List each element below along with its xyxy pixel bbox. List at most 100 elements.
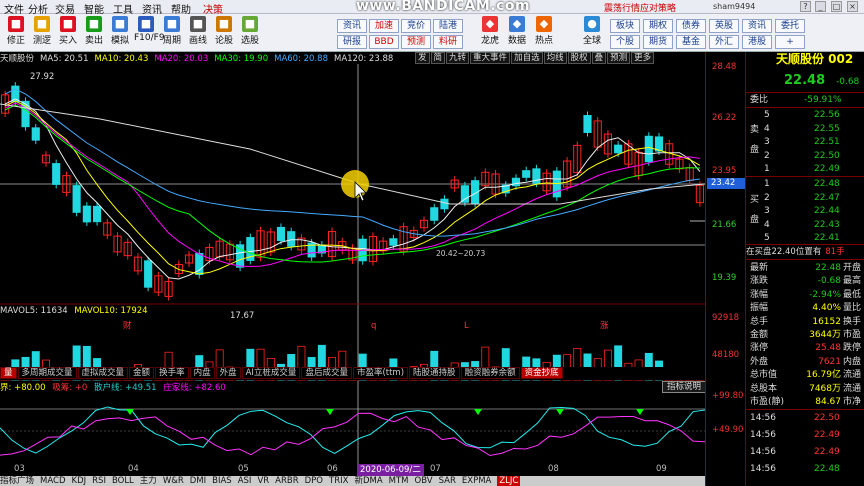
volume-tab[interactable]: 市盈率(ttm) — [352, 367, 409, 379]
toolbar-cycle-button[interactable]: ■ 周期 — [160, 16, 184, 46]
toolbar-filter-button[interactable]: ■ 选股 — [238, 16, 262, 46]
volume-tab[interactable]: AI立桩成交量 — [241, 367, 301, 379]
volume-tab[interactable]: 金额 — [129, 367, 155, 379]
quick-tab[interactable]: 研报 — [337, 35, 367, 49]
indicator-tab[interactable]: ARBR — [275, 476, 298, 486]
quick-tab[interactable]: 陆港 — [433, 19, 463, 33]
market-tab[interactable]: 期权 — [643, 19, 673, 33]
quick-tab[interactable]: 料研 — [433, 35, 463, 49]
volume-tab[interactable]: 融资融券余额 — [460, 367, 520, 379]
indicator-tab[interactable]: EXPMA — [462, 476, 491, 486]
volume-tab[interactable]: 盘后成交量 — [301, 367, 352, 379]
toolbar-f10-button[interactable]: ■ F10/F9 — [134, 16, 165, 43]
stat-row: 总股本 7468万 流通 — [750, 383, 862, 394]
price-change: -0.68 — [836, 77, 860, 87]
market-tab[interactable]: 外汇 — [709, 35, 739, 49]
market-tab[interactable]: 债券 — [676, 19, 706, 33]
indicator-tab[interactable]: MTM — [389, 476, 409, 486]
chart-tool-button[interactable]: 股权 — [567, 52, 591, 64]
market-tab[interactable]: 港股 — [742, 35, 772, 49]
help-icon[interactable]: ? — [800, 1, 811, 12]
volume-tab[interactable]: 量 — [0, 367, 17, 379]
quick-icon-button[interactable]: ◆ 龙虎 — [478, 16, 502, 46]
indicator-tab[interactable]: 主力 — [140, 476, 157, 486]
indicator-tab[interactable]: DMI — [190, 476, 206, 486]
indicator-tab[interactable]: BIAS — [212, 476, 232, 486]
candle-body — [522, 170, 531, 178]
toolbar-label: 卖出 — [84, 36, 103, 46]
toolbar-sell-button[interactable]: ■ 卖出 — [82, 16, 106, 46]
close-icon[interactable]: × — [847, 1, 858, 12]
market-tab[interactable]: 委托 — [775, 19, 805, 33]
indicator-tab[interactable]: VR — [257, 476, 269, 486]
stat-row: 总手 16152 换手 — [750, 316, 862, 327]
chart-tool-button[interactable]: 加自选 — [511, 52, 543, 64]
quick-tab[interactable]: 预测 — [401, 35, 431, 49]
indicator-tab[interactable]: ASI — [238, 476, 252, 486]
quick-tab[interactable]: 加速 — [369, 19, 399, 33]
volume-tab[interactable]: 资金抄底 — [520, 367, 563, 379]
market-tab[interactable]: 板块 — [610, 19, 640, 33]
quick-tab[interactable]: BBD — [369, 35, 399, 49]
user-name[interactable]: sham9494 — [713, 2, 755, 11]
market-tab[interactable]: 个股 — [610, 35, 640, 49]
marker-l: L — [464, 321, 469, 331]
indicator-tab[interactable]: MACD — [40, 476, 65, 486]
minimize-icon[interactable]: _ — [815, 1, 826, 12]
price-label-5: 19.39 — [712, 273, 737, 283]
candle-body — [82, 205, 91, 223]
chart-tool-button[interactable]: 重大事件 — [470, 52, 511, 64]
promo-link[interactable]: 震荡行情应对策略 — [604, 1, 676, 14]
market-tab[interactable]: + — [775, 35, 805, 49]
indicator-tab[interactable]: BOLL — [112, 476, 134, 486]
indicator-tab[interactable]: 新DMA — [354, 476, 382, 486]
volume-tab[interactable]: 多周期成交量 — [17, 367, 77, 379]
global-button[interactable]: ● 全球 — [580, 16, 604, 46]
price-label-2: 26.22 — [712, 113, 737, 123]
signal-triangle-icon — [556, 409, 564, 415]
market-tab[interactable]: 基金 — [676, 35, 706, 49]
ind-xi: 吸筹: +0 — [52, 383, 88, 393]
kline-chart[interactable]: 27.92 17.67 20.42~20.73 财 q L 涨 — [0, 64, 705, 464]
toolbar-edit-button[interactable]: ■ 修正 — [4, 16, 28, 46]
chart-tool-button[interactable]: 均线 — [543, 52, 567, 64]
indicator-tab[interactable]: OBV — [415, 476, 433, 486]
indicator-tab[interactable]: SAR — [439, 476, 456, 486]
indicator-explain-button[interactable]: 指标说明 — [662, 381, 706, 393]
volume-tab[interactable]: 外盘 — [215, 367, 241, 379]
chart-tool-button[interactable]: 预测 — [607, 52, 631, 64]
toolbar-chat-button[interactable]: ■ 论股 — [212, 16, 236, 46]
volume-tab[interactable]: 陆股通持股 — [409, 367, 460, 379]
indicator-tab[interactable]: DPO — [305, 476, 323, 486]
indicator-tab[interactable]: 指标广场 — [0, 476, 34, 486]
quick-tab[interactable]: 资讯 — [337, 19, 367, 33]
quick-icon-button[interactable]: ◆ 数据 — [505, 16, 529, 46]
market-tab[interactable]: 英股 — [709, 19, 739, 33]
ind-label-1: +99.80 — [712, 391, 744, 401]
chart-tool-button[interactable]: 更多 — [631, 52, 655, 64]
chart-tool-button[interactable]: 发 — [415, 52, 430, 64]
marker-zhang: 涨 — [600, 320, 609, 331]
chart-tool-button[interactable]: 简 — [430, 52, 446, 64]
indicator-tab[interactable]: KDJ — [72, 476, 87, 486]
indicator-tab[interactable]: W&R — [163, 476, 184, 486]
market-tab[interactable]: 期货 — [643, 35, 673, 49]
toolbar-sim-button[interactable]: ■ 模拟 — [108, 16, 132, 46]
toolbar-bulb-button[interactable]: ■ 测逻 — [30, 16, 54, 46]
quick-icon-button[interactable]: ◆ 热点 — [532, 16, 556, 46]
volume-tab[interactable]: 内盘 — [189, 367, 215, 379]
toolbar-buy-button[interactable]: ■ 买入 — [56, 16, 80, 46]
toolbar-pen-button[interactable]: ■ 画线 — [186, 16, 210, 46]
indicator-tab[interactable]: TRIX — [329, 476, 348, 486]
chart-tool-button[interactable]: 叠 — [591, 52, 607, 64]
market-tab[interactable]: 资讯 — [742, 19, 772, 33]
volume-tab[interactable]: 虚拟成交量 — [77, 367, 129, 379]
mavol10-label: MAVOL10: 17924 — [74, 306, 148, 316]
tick-row: 14:56 22.50 — [750, 413, 840, 423]
indicator-tab[interactable]: ZLJC — [497, 476, 521, 486]
volume-tab[interactable]: 换手率 — [155, 367, 189, 379]
quick-tab[interactable]: 竞价 — [401, 19, 431, 33]
chart-tool-button[interactable]: 九转 — [446, 52, 470, 64]
maximize-icon[interactable]: □ — [831, 1, 842, 12]
indicator-tab[interactable]: RSI — [92, 476, 106, 486]
